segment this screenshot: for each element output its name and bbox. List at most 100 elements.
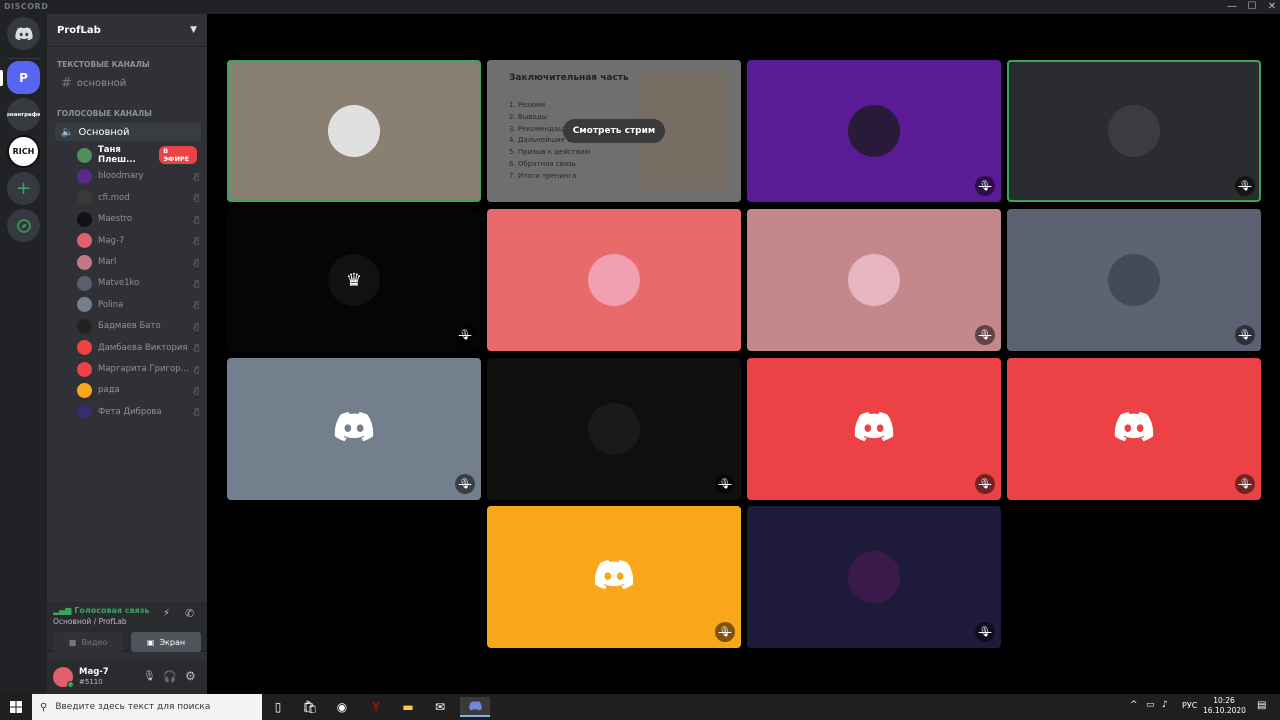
mail-icon[interactable]: ✉ bbox=[428, 697, 452, 717]
close-button[interactable]: ✕ bbox=[1262, 0, 1280, 14]
participant-tile[interactable]: 🎙 bbox=[1007, 358, 1261, 500]
clock-time: 10:26 bbox=[1213, 696, 1235, 705]
participant-tile[interactable]: 🎙 bbox=[1007, 209, 1261, 351]
participant-tile[interactable] bbox=[487, 209, 741, 351]
slide-list-text: Итоги тренинга bbox=[517, 171, 577, 180]
video-button[interactable]: ■ Видео bbox=[53, 632, 123, 652]
participant-tile[interactable]: 🎙 bbox=[487, 358, 741, 500]
file-explorer-icon[interactable]: ▬ bbox=[396, 697, 420, 717]
avatar bbox=[77, 254, 92, 270]
muted-mic-icon: 🎙̸ bbox=[194, 385, 199, 395]
task-view-icon[interactable]: ▯ bbox=[266, 697, 290, 717]
microphone-icon[interactable]: 🎙 bbox=[143, 671, 156, 682]
search-input[interactable]: Введите здесь текст для поиска bbox=[55, 702, 210, 712]
participant-tile[interactable]: 🎙 bbox=[227, 358, 481, 500]
muted-mic-icon: 🎙 bbox=[455, 325, 475, 345]
avatar bbox=[1108, 105, 1160, 157]
gear-icon[interactable]: ⚙ bbox=[185, 669, 196, 683]
voice-user-row[interactable]: Маргарита Григор... 🎙̸ bbox=[77, 360, 199, 378]
screen-icon: ▣ bbox=[146, 637, 155, 647]
participant-tile[interactable] bbox=[227, 60, 481, 202]
participant-tile[interactable]: 🎙 bbox=[1007, 60, 1261, 202]
slide-list-number: 4. bbox=[509, 136, 518, 145]
windows-start-icon[interactable] bbox=[4, 697, 28, 717]
avatar bbox=[588, 254, 640, 306]
voice-user-name: Mag-7 bbox=[98, 235, 125, 246]
minimize-button[interactable]: — bbox=[1222, 0, 1242, 14]
headphones-icon[interactable]: 🎧 bbox=[163, 670, 177, 683]
text-channel-osnovnoy[interactable]: # основной bbox=[55, 74, 201, 92]
voice-user-name: Matve1ko bbox=[98, 278, 140, 289]
channel-sidebar: ProfLab ▼ ТЕКСТОВЫЕ КАНАЛЫ # основной ГО… bbox=[47, 14, 207, 694]
participant-tile[interactable]: 🎙 bbox=[747, 358, 1001, 500]
channel-label: основной bbox=[76, 77, 127, 89]
muted-mic-icon: 🎙̸ bbox=[194, 193, 199, 203]
avatar bbox=[77, 211, 92, 227]
noise-suppression-icon[interactable]: ⚡ bbox=[163, 608, 170, 619]
category-voice[interactable]: ГОЛОСОВЫЕ КАНАЛЫ bbox=[47, 109, 152, 118]
notifications-icon[interactable]: ▤ bbox=[1257, 700, 1266, 711]
explore-servers-icon[interactable] bbox=[7, 209, 40, 242]
voice-user-name: Дамбаева Виктория bbox=[98, 342, 188, 353]
language-indicator[interactable]: РУС bbox=[1182, 701, 1197, 710]
muted-mic-icon: 🎙̸ bbox=[194, 343, 199, 353]
network-icon[interactable]: ▭ bbox=[1146, 700, 1155, 710]
store-icon[interactable]: 🛍 bbox=[298, 697, 322, 717]
voice-user-row[interactable]: Mag-7 🎙̸ bbox=[77, 232, 199, 250]
user-panel: Mag-7 #5110 🎙 🎧 ⚙ bbox=[47, 661, 207, 694]
voice-user-row[interactable]: Бадмаев Бато 🎙̸ bbox=[77, 317, 199, 335]
server-header[interactable]: ProfLab ▼ bbox=[47, 14, 207, 47]
voice-status-subtitle: Основной / ProfLab bbox=[53, 617, 127, 626]
chevron-up-icon[interactable]: ^ bbox=[1130, 700, 1138, 710]
voice-user-row[interactable]: cfi.mod 🎙̸ bbox=[77, 189, 199, 207]
yandex-browser-icon[interactable]: Y bbox=[364, 697, 388, 717]
voice-user-row[interactable]: Matve1ko 🎙̸ bbox=[77, 274, 199, 292]
windows-taskbar: ⚲ Введите здесь текст для поиска ▯ 🛍 ◉ Y… bbox=[0, 694, 1280, 720]
server-rich-icon[interactable]: RICH bbox=[7, 135, 40, 168]
participant-tile[interactable]: 🎙 bbox=[747, 506, 1001, 648]
home-discord-icon[interactable] bbox=[7, 17, 40, 50]
server-proflab-icon[interactable]: P bbox=[7, 61, 40, 94]
voice-user-row[interactable]: Polina 🎙̸ bbox=[77, 296, 199, 314]
voice-user-row[interactable]: Дамбаева Виктория 🎙̸ bbox=[77, 339, 199, 357]
maestro-logo-icon: ♛ bbox=[345, 269, 363, 291]
speaker-volume-icon[interactable]: ♪ bbox=[1162, 700, 1168, 710]
taskbar-search[interactable]: ⚲ Введите здесь текст для поиска bbox=[32, 694, 262, 720]
participant-tile[interactable]: 🎙 bbox=[487, 506, 741, 648]
muted-mic-icon: 🎙 bbox=[975, 325, 995, 345]
server-name: ProfLab bbox=[57, 24, 101, 36]
slide-list-item: 7. Итоги тренинга bbox=[509, 171, 590, 183]
voice-user-row[interactable]: Фета Диброва 🎙̸ bbox=[77, 403, 199, 421]
disconnect-icon[interactable]: ✆ bbox=[185, 607, 194, 620]
participant-tile[interactable]: 🎙 bbox=[747, 60, 1001, 202]
clock[interactable]: 10:26 16.10.2020 bbox=[1203, 696, 1246, 716]
slide-list-item: 5. Призыв к действию bbox=[509, 147, 590, 159]
steam-icon[interactable]: ◉ bbox=[330, 697, 354, 717]
hash-icon: # bbox=[61, 75, 72, 91]
watch-stream-button[interactable]: Смотреть стрим bbox=[562, 119, 666, 143]
participant-tile[interactable]: ♛ 🎙 bbox=[227, 209, 481, 351]
voice-user-row[interactable]: Таня Плеш... В ЭФИРЕ bbox=[77, 145, 197, 165]
voice-user-row[interactable]: Marl 🎙̸ bbox=[77, 253, 199, 271]
avatar bbox=[848, 254, 900, 306]
active-server-indicator bbox=[0, 70, 3, 86]
muted-mic-icon: 🎙̸ bbox=[194, 171, 199, 181]
maximize-button[interactable]: ☐ bbox=[1242, 0, 1262, 14]
server-photo-icon[interactable]: рнанграфи bbox=[7, 98, 40, 131]
voice-channel-osnovnoy[interactable]: 🔈 Основной bbox=[55, 123, 201, 141]
participant-tile[interactable]: 🎙 bbox=[747, 209, 1001, 351]
category-text[interactable]: ТЕКСТОВЫЕ КАНАЛЫ bbox=[47, 60, 150, 69]
screen-share-button[interactable]: ▣ Экран bbox=[131, 632, 201, 652]
discord-taskbar-icon[interactable] bbox=[460, 697, 490, 717]
slide-list-item: 6. Обратная связь bbox=[509, 159, 590, 171]
voice-user-name: Фета Диброва bbox=[98, 406, 162, 417]
muted-mic-icon: 🎙̸ bbox=[194, 300, 199, 310]
stream-tile[interactable]: Заключительная часть 1. Резюме 2. Выводы 3.… bbox=[487, 60, 741, 202]
avatar bbox=[77, 168, 92, 184]
voice-user-row[interactable]: bloodmary 🎙̸ bbox=[77, 167, 199, 185]
voice-user-row[interactable]: рада 🎙̸ bbox=[77, 381, 199, 399]
muted-mic-icon: 🎙 bbox=[1235, 325, 1255, 345]
add-server-icon[interactable]: + bbox=[7, 172, 40, 205]
voice-user-row[interactable]: Maestro 🎙̸ bbox=[77, 210, 199, 228]
voice-user-name: Таня Плеш... bbox=[98, 145, 136, 165]
